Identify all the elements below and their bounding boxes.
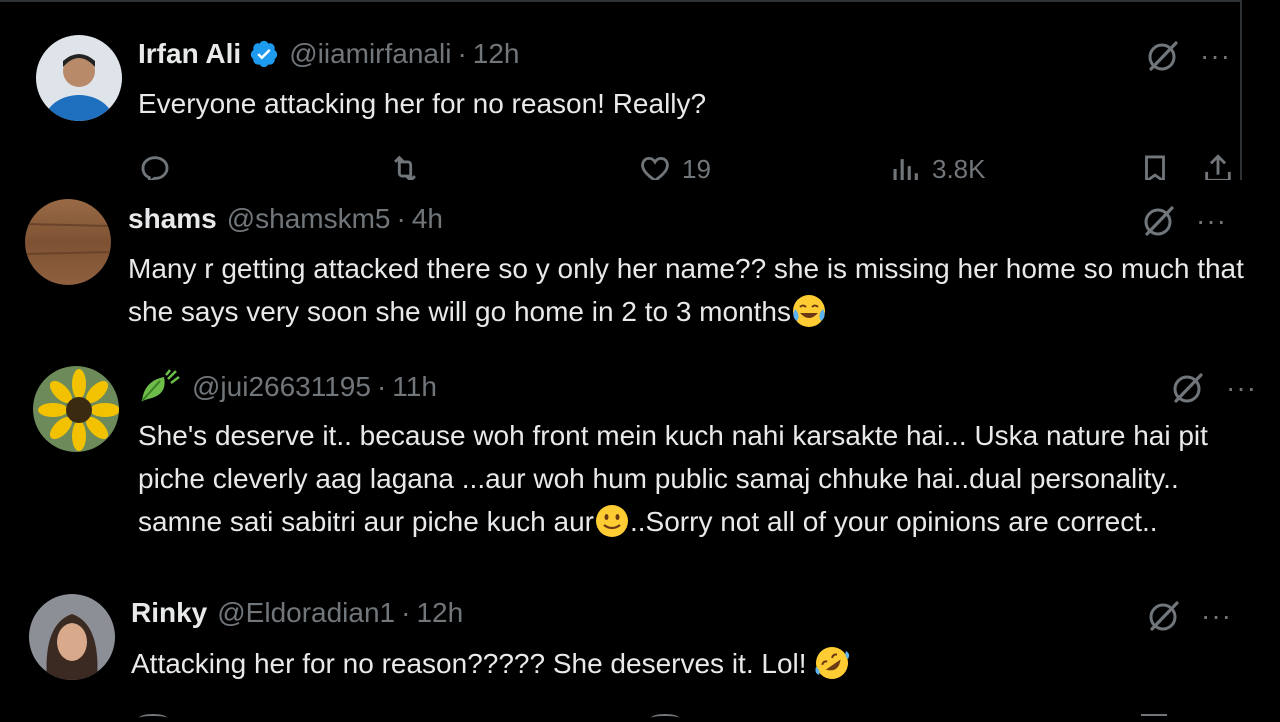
avatar[interactable] — [36, 35, 122, 121]
author-handle[interactable]: @Eldoradian1 — [217, 597, 395, 629]
tweet-text-content-2: ..Sorry not all of your opinions are cor… — [630, 506, 1158, 537]
tweet-text-content: Attacking her for no reason????? She des… — [131, 648, 807, 679]
author-name-emoji[interactable]: 🍃 — [138, 369, 182, 405]
tweet-rinky[interactable]: Rinky @Eldoradian1 · 12h ··· Attacking h… — [0, 590, 1280, 720]
more-icon[interactable]: ··· — [1200, 40, 1231, 72]
tweet-actions-partial — [131, 714, 1231, 720]
avatar[interactable] — [25, 199, 111, 285]
separator: · — [457, 38, 467, 69]
avatar[interactable] — [29, 594, 115, 680]
author-name[interactable]: Irfan Ali — [138, 38, 241, 70]
face-with-tears-of-joy-icon — [793, 295, 826, 327]
author-handle[interactable]: @jui26631195 — [192, 371, 371, 403]
tweet-text: Attacking her for no reason????? She des… — [131, 642, 850, 685]
tweet-shams[interactable]: shams @shamskm5 · 4h ··· Many r getting … — [0, 180, 1280, 352]
tweet-text: Everyone attacking her for no reason! Re… — [138, 88, 707, 119]
more-icon[interactable]: ··· — [1196, 205, 1227, 237]
separator: · — [376, 371, 387, 402]
author-name[interactable]: Rinky — [131, 597, 207, 629]
grok-icon[interactable] — [1146, 598, 1182, 634]
timestamp[interactable]: 12h — [473, 38, 520, 70]
avatar[interactable] — [33, 366, 119, 452]
tweet-text: Many r getting attacked there so y only … — [128, 247, 1248, 333]
timestamp[interactable]: 12h — [416, 597, 463, 629]
grok-icon[interactable] — [1145, 38, 1181, 74]
timestamp[interactable]: 11h — [392, 371, 437, 403]
slightly-smiling-face-icon — [596, 505, 628, 537]
more-icon[interactable]: ··· — [1226, 372, 1257, 404]
grok-icon[interactable] — [1170, 370, 1206, 406]
grok-icon[interactable] — [1141, 203, 1177, 239]
timestamp[interactable]: 4h — [412, 203, 443, 235]
rolling-on-floor-laughing-icon — [815, 647, 850, 679]
tweet-text-content: Many r getting attacked there so y only … — [128, 253, 1244, 327]
tweet-irfan[interactable]: Irfan Ali @iiamirfanali · 12h ··· Everyo… — [0, 0, 1242, 185]
author-handle[interactable]: @shamskm5 — [227, 203, 391, 235]
more-icon[interactable]: ··· — [1201, 600, 1232, 632]
separator: · — [401, 597, 411, 628]
tweet-text: She's deserve it.. because woh front mei… — [138, 414, 1260, 543]
verified-badge-icon — [251, 40, 278, 68]
author-handle[interactable]: @iiamirfanali — [289, 38, 451, 70]
tweet-jui[interactable]: 🍃 @jui26631195 · 11h ··· She's deserve i… — [0, 352, 1280, 590]
author-name[interactable]: shams — [128, 203, 217, 235]
separator: · — [396, 203, 406, 234]
leaf-icon — [141, 369, 180, 402]
